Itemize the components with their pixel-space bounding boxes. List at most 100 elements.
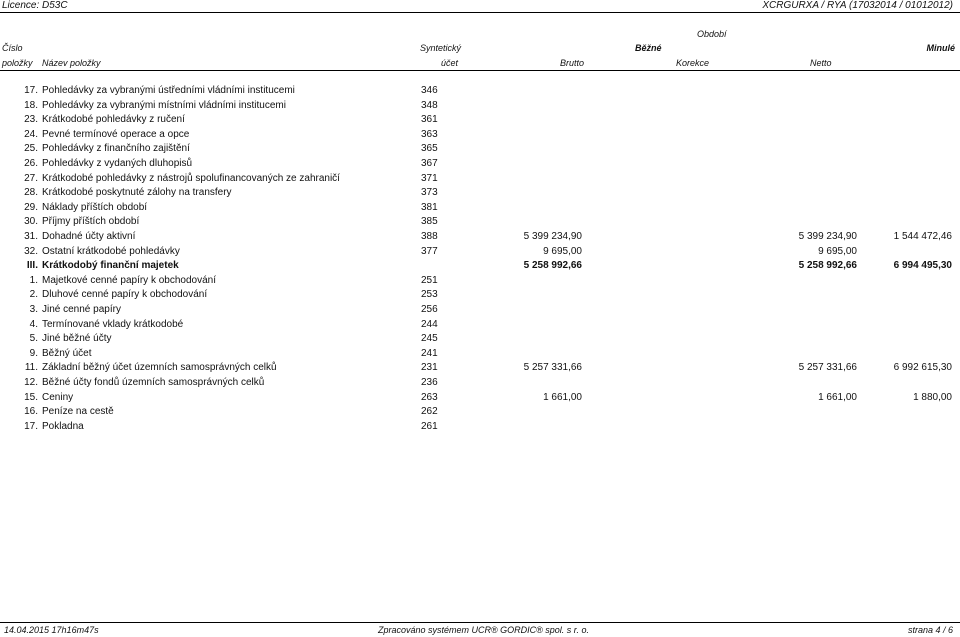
table-row: 24. Pevné termínové operace a opce 363 bbox=[0, 129, 960, 143]
cell-brutto: 5 399 234,90 bbox=[523, 231, 582, 242]
cell-code: 251 bbox=[421, 274, 438, 286]
cell-brutto: 9 695,00 bbox=[543, 245, 582, 257]
table-row: 29. Náklady příštích období 381 bbox=[0, 202, 960, 216]
cell-name: Jiné běžné účty bbox=[42, 333, 112, 345]
header-brutto: Brutto bbox=[560, 58, 585, 68]
cell-code: 365 bbox=[421, 143, 438, 155]
table-row: 4. Termínované vklady krátkodobé 244 bbox=[0, 319, 960, 333]
cell-name: Pohledávky za vybranými místními vládním… bbox=[42, 99, 286, 111]
cell-name: Pohledávky z finančního zajištění bbox=[42, 143, 190, 155]
cell-name: Krátkodobé poskytnuté zálohy na transfer… bbox=[42, 187, 232, 199]
header-minule: Minulé bbox=[926, 43, 956, 53]
cell-netto: 1 661,00 bbox=[818, 391, 857, 403]
cell-code: 256 bbox=[421, 304, 438, 315]
header-ucet: účet bbox=[441, 58, 459, 68]
cell-name: Základní běžný účet územních samosprávný… bbox=[42, 362, 277, 374]
table-row: 25. Pohledávky z finančního zajištění 365 bbox=[0, 143, 960, 157]
table-row: 31. Dohadné účty aktivní 388 5 399 234,90 5 … bbox=[0, 231, 960, 245]
cell-num: 23. bbox=[24, 114, 38, 126]
header-bezne: Běžné bbox=[635, 43, 662, 53]
cell-minule: 6 992 615,30 bbox=[893, 362, 952, 374]
cell-num: 4. bbox=[29, 318, 38, 330]
cell-name: Pohledávky za vybranými ústředními vládn… bbox=[42, 85, 295, 96]
cell-num: 17. bbox=[24, 85, 38, 96]
top-rule bbox=[0, 12, 960, 13]
cell-name: Běžný účet bbox=[42, 347, 92, 359]
table-row: 1. Majetkové cenné papíry k obchodování 25… bbox=[0, 275, 960, 289]
cell-name: Majetkové cenné papíry k obchodování bbox=[42, 274, 216, 286]
cell-name: Krátkodobé pohledávky z nástrojů spolufi… bbox=[42, 172, 340, 184]
footer-timestamp: 14.04.2015 17h16m47s bbox=[4, 625, 99, 635]
cell-num: 18. bbox=[24, 99, 38, 111]
cell-code: 373 bbox=[421, 187, 438, 199]
table-row: III. Krátkodobý finanční majetek 5 258 992… bbox=[0, 260, 960, 274]
table-row: 5. Jiné běžné účty 245 bbox=[0, 333, 960, 347]
cell-num: 28. bbox=[24, 187, 38, 199]
report-reference: XCRGURXA / RYA (17032014 / 01012012) bbox=[762, 0, 953, 11]
header-synteticky: Syntetický bbox=[420, 43, 462, 53]
header-rule bbox=[0, 70, 960, 71]
cell-name: Krátkodobý finanční majetek bbox=[42, 260, 179, 272]
header-obdobi: Období bbox=[697, 29, 727, 39]
cell-num: 12. bbox=[24, 377, 38, 388]
cell-code: 381 bbox=[421, 201, 438, 213]
cell-code: 241 bbox=[421, 347, 438, 359]
header-polozky: položky bbox=[2, 58, 33, 68]
licence-label: Licence: D53C bbox=[2, 0, 68, 11]
table-row: 17. Pokladna 261 bbox=[0, 421, 960, 435]
header-cislo: Číslo bbox=[2, 43, 23, 53]
cell-num: 16. bbox=[24, 406, 38, 418]
cell-name: Běžné účty fondů územních samosprávných … bbox=[42, 377, 265, 388]
cell-num: III. bbox=[26, 260, 38, 272]
cell-name: Dohadné účty aktivní bbox=[42, 231, 136, 242]
cell-num: 30. bbox=[24, 216, 38, 228]
cell-num: 15. bbox=[24, 391, 38, 403]
cell-name: Pohledávky z vydaných dluhopisů bbox=[42, 158, 193, 169]
header-netto: Netto bbox=[810, 58, 832, 68]
cell-num: 9. bbox=[29, 347, 38, 359]
table-row: 3. Jiné cenné papíry 256 bbox=[0, 304, 960, 318]
cell-num: 24. bbox=[24, 128, 38, 140]
cell-name: Ostatní krátkodobé pohledávky bbox=[42, 245, 180, 257]
table-row: 30. Příjmy příštích období 385 bbox=[0, 216, 960, 230]
table-row: 28. Krátkodobé poskytnuté zálohy na trans… bbox=[0, 187, 960, 201]
table-row: 2. Dluhové cenné papíry k obchodování 253 bbox=[0, 289, 960, 303]
table-row: 11. Základní běžný účet územních samosprá… bbox=[0, 362, 960, 376]
cell-minule: 6 994 495,30 bbox=[893, 260, 952, 272]
cell-code: 236 bbox=[421, 377, 438, 388]
table-row: 18. Pohledávky za vybranými místními vlád… bbox=[0, 100, 960, 114]
cell-code: 348 bbox=[421, 99, 438, 111]
cell-minule: 1 880,00 bbox=[913, 391, 952, 403]
table-row: 32. Ostatní krátkodobé pohledávky 377 9 695… bbox=[0, 246, 960, 260]
cell-code: 377 bbox=[421, 245, 438, 257]
cell-num: 27. bbox=[24, 172, 38, 184]
cell-code: 263 bbox=[421, 391, 438, 403]
cell-code: 385 bbox=[421, 216, 438, 228]
footer-system: Zpracováno systémem UCR® GORDIC® spol. s… bbox=[378, 625, 589, 635]
table-row: 27. Krátkodobé pohledávky z nástrojů spol… bbox=[0, 173, 960, 187]
cell-brutto: 5 257 331,66 bbox=[523, 362, 582, 374]
cell-num: 25. bbox=[24, 143, 38, 155]
cell-num: 1. bbox=[29, 274, 38, 286]
cell-code: 346 bbox=[421, 85, 438, 96]
cell-num: 11. bbox=[24, 362, 38, 374]
cell-netto: 5 399 234,90 bbox=[798, 231, 857, 242]
cell-code: 361 bbox=[421, 114, 438, 126]
report-top-bar: Licence: D53C XCRGURXA / RYA (17032014 /… bbox=[0, 0, 960, 11]
cell-code: 244 bbox=[421, 318, 438, 330]
cell-num: 3. bbox=[29, 304, 38, 315]
header-nazev: Název položky bbox=[42, 58, 101, 68]
cell-netto: 5 257 331,66 bbox=[798, 362, 857, 374]
cell-code: 261 bbox=[421, 420, 438, 432]
cell-name: Pevné termínové operace a opce bbox=[42, 128, 190, 140]
cell-name: Dluhové cenné papíry k obchodování bbox=[42, 289, 208, 301]
cell-name: Pokladna bbox=[42, 420, 84, 432]
cell-code: 371 bbox=[421, 172, 438, 184]
table-row: 9. Běžný účet 241 bbox=[0, 348, 960, 362]
table-row: 16. Peníze na cestě 262 bbox=[0, 406, 960, 420]
cell-num: 29. bbox=[24, 201, 38, 213]
cell-name: Termínované vklady krátkodobé bbox=[42, 318, 184, 330]
cell-num: 31. bbox=[24, 231, 38, 242]
cell-netto: 9 695,00 bbox=[818, 245, 857, 257]
cell-code: 363 bbox=[421, 128, 438, 140]
